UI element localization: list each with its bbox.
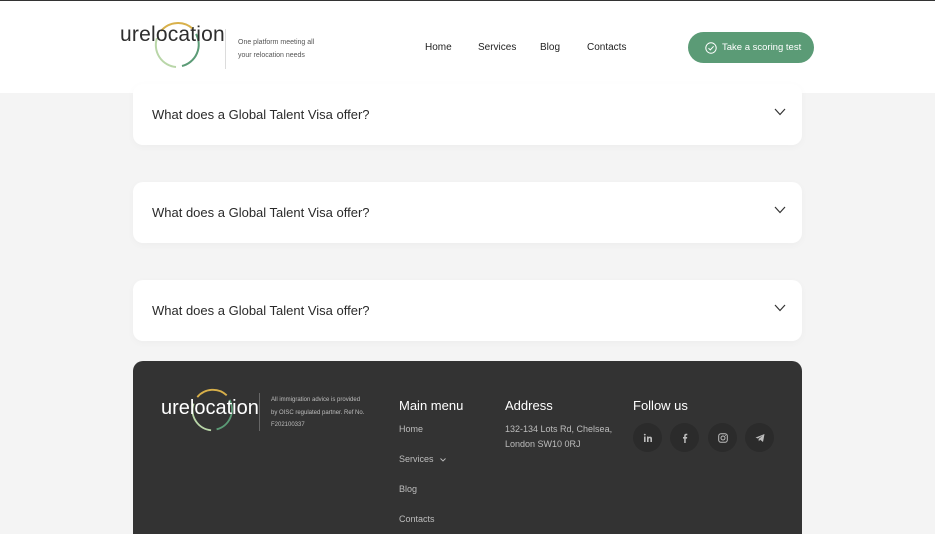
faq-item[interactable]: What does a Global Talent Visa offer? (133, 84, 802, 145)
linkedin-icon (643, 433, 652, 442)
faq-item[interactable]: What does a Global Talent Visa offer? (133, 182, 802, 243)
facebook-button[interactable] (670, 423, 699, 452)
site-footer: urelocation All immigration advice is pr… (133, 361, 802, 534)
oisc-note: All immigration advice is provided by OI… (271, 397, 365, 428)
tagline: One platform meeting all your relocation… (238, 39, 315, 59)
main-menu-heading: Main menu (399, 398, 464, 413)
nav-services[interactable]: Services (478, 42, 516, 53)
footer-logo-text: urelocation (161, 397, 259, 419)
telegram-icon (755, 433, 764, 442)
faq-question: What does a Global Talent Visa offer? (152, 303, 370, 318)
follow-heading: Follow us (633, 398, 688, 413)
footer-logo[interactable]: urelocation (161, 388, 259, 432)
logo[interactable]: urelocation (120, 22, 225, 68)
faq-question: What does a Global Talent Visa offer? (152, 205, 370, 220)
telegram-button[interactable] (745, 423, 774, 452)
facebook-icon (682, 433, 687, 443)
nav-home[interactable]: Home (425, 42, 452, 53)
logo-text: urelocation (120, 23, 225, 46)
chevron-down-icon[interactable] (774, 304, 786, 312)
footer-logo-wordmark: urelocation (161, 388, 259, 432)
footer-link-contacts[interactable]: Contacts (399, 514, 435, 524)
footer-logo-divider (259, 393, 260, 431)
address-heading: Address (505, 398, 553, 413)
linkedin-button[interactable] (633, 423, 662, 452)
instagram-button[interactable] (708, 423, 737, 452)
nav-contacts[interactable]: Contacts (587, 42, 626, 53)
logo-divider (225, 29, 226, 69)
footer-link-home[interactable]: Home (399, 424, 423, 434)
footer-link-services[interactable]: Services (399, 454, 446, 464)
footer-link-services-label: Services (399, 454, 434, 464)
chevron-down-icon (440, 457, 446, 462)
address-text: 132-134 Lots Rd, Chelsea, London SW10 0R… (505, 424, 613, 449)
check-circle-icon (705, 41, 717, 54)
logo-wordmark: urelocation (120, 22, 225, 68)
instagram-icon (717, 432, 728, 443)
chevron-down-icon[interactable] (774, 108, 786, 116)
faq-question: What does a Global Talent Visa offer? (152, 107, 370, 122)
footer-link-blog[interactable]: Blog (399, 484, 417, 494)
scoring-test-label: Take a scoring test (722, 42, 802, 53)
site-header: urelocation One platform meeting all you… (0, 1, 935, 93)
faq-item[interactable]: What does a Global Talent Visa offer? (133, 280, 802, 341)
nav-blog[interactable]: Blog (540, 42, 560, 53)
chevron-down-icon[interactable] (774, 206, 786, 214)
scoring-test-button[interactable]: Take a scoring test (688, 32, 814, 63)
